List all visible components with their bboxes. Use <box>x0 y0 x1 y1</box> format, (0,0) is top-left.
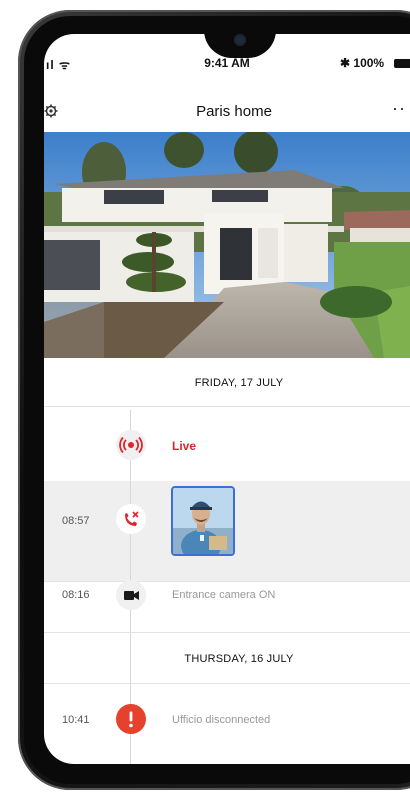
app-header: Paris home ·· <box>44 98 410 124</box>
event-time: 08:57 <box>62 515 90 527</box>
missed-call-icon <box>116 504 146 534</box>
phone-mockup: ıl ᯤ 9:41 AM ✱ 100% Paris home ·· FRIDAY… <box>0 0 410 792</box>
battery-level: ✱ 100% <box>340 56 385 70</box>
notch <box>204 34 276 58</box>
date-header-thursday: THURSDAY, 16 JULY <box>184 653 294 665</box>
video-camera-icon <box>116 580 146 610</box>
event-description[interactable]: Ufficio disconnected <box>172 714 270 726</box>
battery-icon <box>394 59 410 68</box>
divider <box>44 632 410 633</box>
event-time: 08:16 <box>62 589 90 601</box>
divider <box>44 683 410 684</box>
alert-icon <box>116 704 146 734</box>
divider <box>44 406 410 407</box>
front-camera <box>234 34 246 46</box>
page-title: Paris home <box>196 103 272 120</box>
status-bar: ıl ᯤ 9:41 AM ✱ 100% <box>44 56 410 74</box>
date-header-friday: FRIDAY, 17 JULY <box>194 377 284 389</box>
more-icon[interactable]: ·· <box>392 98 406 119</box>
live-label[interactable]: Live <box>172 439 196 453</box>
visitor-snapshot-thumbnail[interactable] <box>171 486 235 556</box>
event-description[interactable]: Entrance camera ON <box>172 589 275 601</box>
live-broadcast-icon <box>116 430 146 460</box>
divider <box>44 581 410 582</box>
event-time: 10:41 <box>62 714 90 726</box>
camera-preview-image[interactable] <box>44 132 410 358</box>
app-screen: ıl ᯤ 9:41 AM ✱ 100% Paris home ·· FRIDAY… <box>44 34 410 764</box>
